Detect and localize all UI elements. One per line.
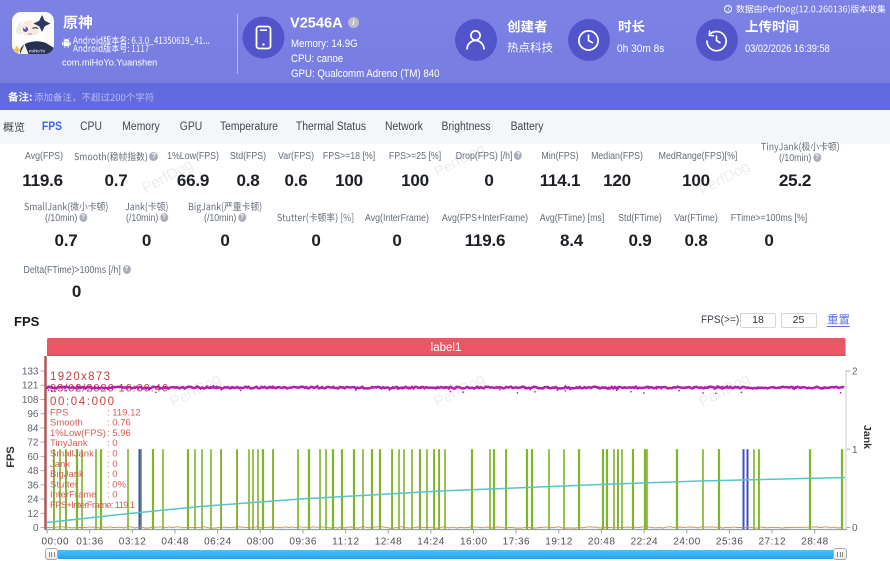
svg-text:1: 1 [852, 445, 858, 456]
svg-text:60: 60 [27, 452, 39, 463]
svg-text:121: 121 [22, 381, 39, 392]
svg-text:Jank: Jank [861, 425, 873, 449]
svg-text:01:36: 01:36 [76, 536, 103, 547]
svg-text:14:24: 14:24 [417, 536, 444, 547]
svg-text:12: 12 [27, 509, 39, 520]
svg-text:133: 133 [22, 367, 39, 378]
svg-text:25:36: 25:36 [716, 536, 743, 547]
svg-text:28:48: 28:48 [801, 536, 828, 547]
svg-text:72: 72 [27, 438, 39, 449]
svg-text:12:48: 12:48 [375, 536, 402, 547]
svg-text:2: 2 [852, 367, 858, 378]
svg-text:09:36: 09:36 [289, 536, 316, 547]
svg-text:04:48: 04:48 [161, 536, 188, 547]
svg-text:FPS+InterFrame: 119.1: FPS+InterFrame: 119.1 [50, 500, 135, 511]
svg-text:96: 96 [27, 409, 39, 420]
svg-text:00:00: 00:00 [42, 536, 69, 547]
svg-text:label1: label1 [431, 342, 462, 354]
svg-text:48: 48 [27, 466, 39, 477]
svg-text:03:12: 03:12 [119, 536, 146, 547]
svg-text:84: 84 [27, 423, 39, 434]
svg-text:06:24: 06:24 [204, 536, 231, 547]
svg-text:20:48: 20:48 [588, 536, 615, 547]
svg-text:36: 36 [27, 480, 39, 491]
svg-text:22:24: 22:24 [631, 536, 658, 547]
svg-text:108: 108 [22, 395, 39, 406]
svg-text:0: 0 [852, 523, 858, 534]
svg-text:16:00: 16:00 [460, 536, 487, 547]
svg-text:08:00: 08:00 [247, 536, 274, 547]
svg-text:FPS: FPS [5, 446, 17, 467]
svg-text:1920x873: 1920x873 [50, 371, 110, 383]
svg-text:0: 0 [33, 523, 39, 534]
svg-text:00:04:000: 00:04:000 [50, 396, 114, 408]
svg-text:19:12: 19:12 [545, 536, 572, 547]
svg-text:miHoYo: miHoYo [29, 49, 46, 54]
svg-text:17:36: 17:36 [503, 536, 530, 547]
svg-text:11:12: 11:12 [332, 536, 359, 547]
svg-text:24:00: 24:00 [673, 536, 700, 547]
svg-text:24: 24 [27, 495, 39, 506]
svg-text:27:12: 27:12 [759, 536, 786, 547]
